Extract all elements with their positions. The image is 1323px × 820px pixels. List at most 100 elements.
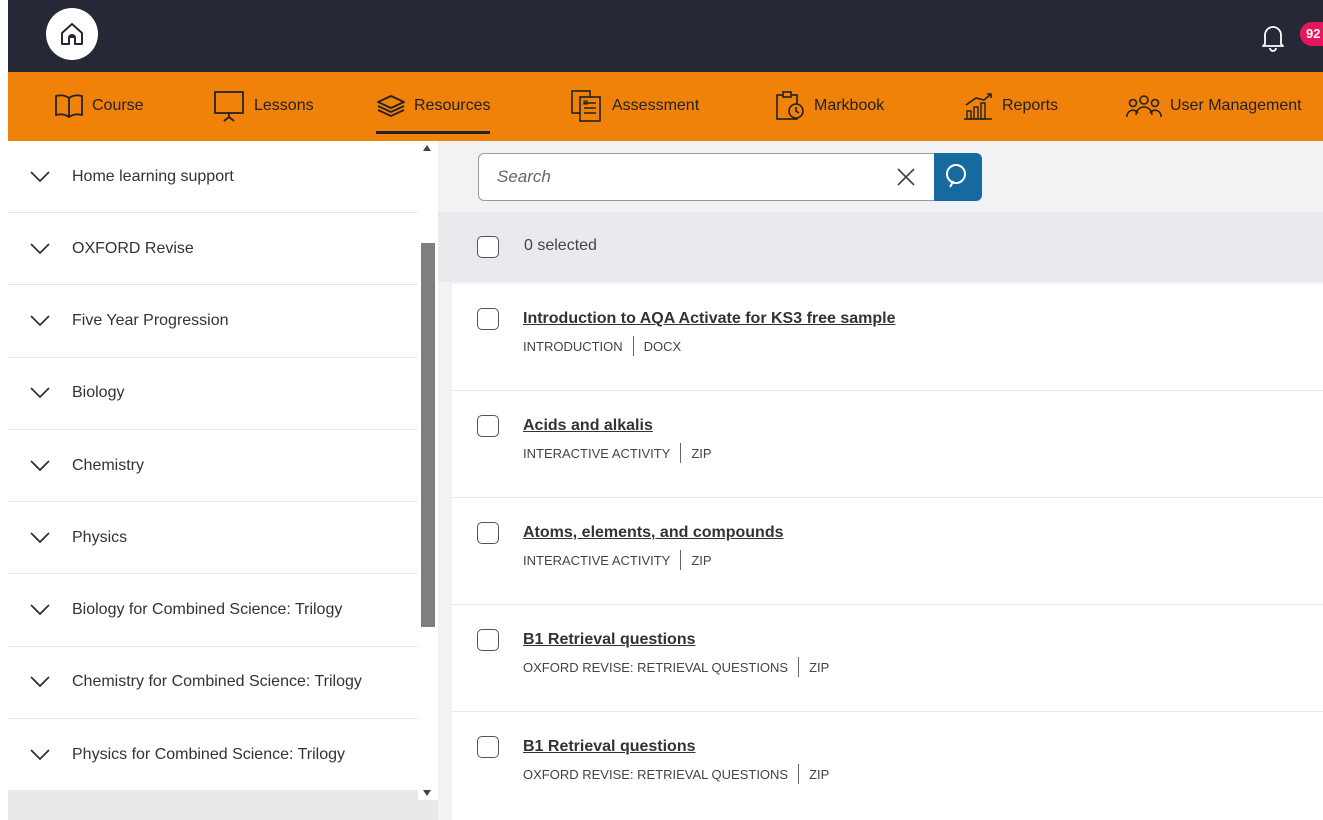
sidebar-scrollbar[interactable] [418, 141, 438, 800]
meta-divider [632, 336, 634, 356]
resource-type: OXFORD REVISE: RETRIEVAL QUESTIONS [523, 766, 789, 782]
list-item: Introduction to AQA Activate for KS3 fre… [452, 284, 1323, 391]
book-icon [55, 94, 83, 118]
resource-title-link[interactable]: B1 Retrieval questions [523, 631, 696, 649]
resource-checkbox[interactable] [477, 415, 499, 437]
bar-chart-icon [964, 93, 992, 120]
resource-type: INTERACTIVE ACTIVITY [523, 445, 671, 461]
nav-resources[interactable]: Resources [376, 88, 491, 134]
nav-assessment-label: Assessment [612, 97, 700, 114]
clipboard-icon [571, 90, 601, 122]
resource-meta: INTERACTIVE ACTIVITY ZIP [523, 550, 712, 570]
nav-reports[interactable]: Reports [962, 88, 1058, 124]
nav-lessons-label: Lessons [254, 97, 314, 114]
nav-assessment[interactable]: Assessment [570, 88, 699, 124]
nav-reports-label: Reports [1002, 97, 1059, 114]
home-button[interactable] [46, 8, 98, 60]
sidebar-item-biology[interactable]: Biology [8, 358, 418, 430]
meta-divider [798, 657, 800, 677]
sidebar-item-physics[interactable]: Physics [8, 502, 418, 575]
resource-list: Introduction to AQA Activate for KS3 fre… [452, 284, 1323, 820]
sidebar-item-five-year-progression[interactable]: Five Year Progression [8, 285, 418, 358]
meta-divider [680, 550, 682, 570]
chevron-down-icon [30, 387, 50, 399]
notification-badge[interactable]: 92 [1300, 22, 1323, 46]
sidebar-item-chemistry-combined-science[interactable]: Chemistry for Combined Science: Trilogy [8, 647, 418, 720]
chevron-down-icon [30, 676, 50, 688]
nav-user-management[interactable]: User Management [1126, 88, 1302, 124]
sidebar-item-oxford-revise[interactable]: OXFORD Revise [8, 213, 418, 286]
resource-title-link[interactable]: Atoms, elements, and compounds [523, 524, 783, 542]
resource-list-panel: 0 selected Introduction to AQA Activate … [438, 141, 1323, 820]
sidebar-item-label: Physics [72, 528, 128, 546]
chevron-down-icon [30, 243, 50, 254]
sidebar-item-chemistry[interactable]: Chemistry [8, 430, 418, 503]
nav-course[interactable]: Course [54, 88, 144, 124]
nav-markbook-label: Markbook [814, 97, 885, 114]
resource-meta: OXFORD REVISE: RETRIEVAL QUESTIONS ZIP [523, 764, 829, 784]
sidebar-item-label: Five Year Progression [72, 311, 229, 329]
resource-checkbox[interactable] [477, 736, 499, 758]
layers-icon [377, 95, 405, 117]
resource-format: ZIP [809, 659, 830, 675]
nav-lessons[interactable]: Lessons [212, 88, 314, 124]
close-icon[interactable] [896, 167, 916, 187]
list-item: Atoms, elements, and compounds INTERACTI… [452, 498, 1323, 605]
sidebar-item-label: Physics for Combined Science: Trilogy [72, 745, 345, 763]
resource-meta: INTRODUCTION DOCX [523, 336, 681, 356]
home-icon [61, 23, 83, 45]
chevron-down-icon [30, 604, 50, 616]
resource-meta: INTERACTIVE ACTIVITY ZIP [523, 443, 712, 463]
bell-icon[interactable] [1260, 22, 1286, 52]
nav-markbook[interactable]: Markbook [774, 88, 884, 124]
chevron-down-icon [30, 459, 50, 471]
resource-title-link[interactable]: Introduction to AQA Activate for KS3 fre… [523, 310, 896, 328]
sidebar-item-label: Chemistry [72, 456, 145, 474]
resource-checkbox[interactable] [477, 308, 499, 330]
list-item: Acids and alkalis INTERACTIVE ACTIVITY Z… [452, 391, 1323, 498]
main-nav: Course Lessons Resources Assessment Mark… [8, 72, 1323, 141]
chevron-down-icon [30, 749, 50, 760]
resource-format: ZIP [691, 552, 712, 568]
list-item: B1 Retrieval questions OXFORD REVISE: RE… [452, 605, 1323, 712]
sidebar-item-label: Biology [72, 384, 125, 402]
list-item: B1 Retrieval questions OXFORD REVISE: RE… [452, 712, 1323, 819]
presentation-icon [214, 91, 244, 122]
markbook-clock-icon [776, 91, 804, 120]
resource-checkbox[interactable] [477, 522, 499, 544]
chevron-down-icon [30, 532, 50, 544]
sidebar-horizontal-scrollbar[interactable] [8, 790, 438, 820]
search-button[interactable] [934, 153, 982, 201]
sidebar-item-physics-combined-science[interactable]: Physics for Combined Science: Trilogy [8, 719, 418, 792]
sidebar-item-label: Home learning support [72, 167, 234, 185]
search-input[interactable] [478, 153, 936, 201]
resource-type: OXFORD REVISE: RETRIEVAL QUESTIONS [523, 659, 789, 675]
sidebar-item-biology-combined-science[interactable]: Biology for Combined Science: Trilogy [8, 574, 418, 647]
resource-meta: OXFORD REVISE: RETRIEVAL QUESTIONS ZIP [523, 657, 829, 677]
selected-count: 0 selected [524, 237, 597, 254]
sidebar-item-label: Chemistry for Combined Science: Trilogy [72, 673, 362, 691]
resource-format: ZIP [691, 445, 712, 461]
sidebar-item-label: Biology for Combined Science: Trilogy [72, 601, 343, 619]
resource-checkbox[interactable] [477, 629, 499, 651]
chevron-down-icon [30, 315, 50, 327]
resource-format: DOCX [643, 338, 682, 354]
resource-title-link[interactable]: Acids and alkalis [523, 417, 653, 435]
top-bar: 92 [8, 0, 1323, 72]
nav-course-label: Course [92, 97, 144, 114]
resource-tree-sidebar: Home learning support OXFORD Revise Five… [8, 141, 418, 800]
sidebar-item-home-learning-support[interactable]: Home learning support [8, 141, 418, 213]
chevron-down-icon [30, 170, 50, 182]
resource-title-link[interactable]: B1 Retrieval questions [523, 738, 696, 756]
sidebar-item-label: OXFORD Revise [72, 239, 194, 257]
meta-divider [798, 764, 800, 784]
nav-user-management-label: User Management [1170, 97, 1302, 114]
select-all-checkbox[interactable] [477, 236, 499, 258]
nav-resources-label: Resources [414, 97, 491, 114]
scrollbar-thumb[interactable] [421, 243, 435, 627]
scroll-down-arrow-icon[interactable] [423, 790, 431, 796]
resource-format: ZIP [809, 766, 830, 782]
scroll-up-arrow-icon[interactable] [423, 145, 431, 151]
search-bar [478, 153, 982, 201]
meta-divider [680, 443, 682, 463]
